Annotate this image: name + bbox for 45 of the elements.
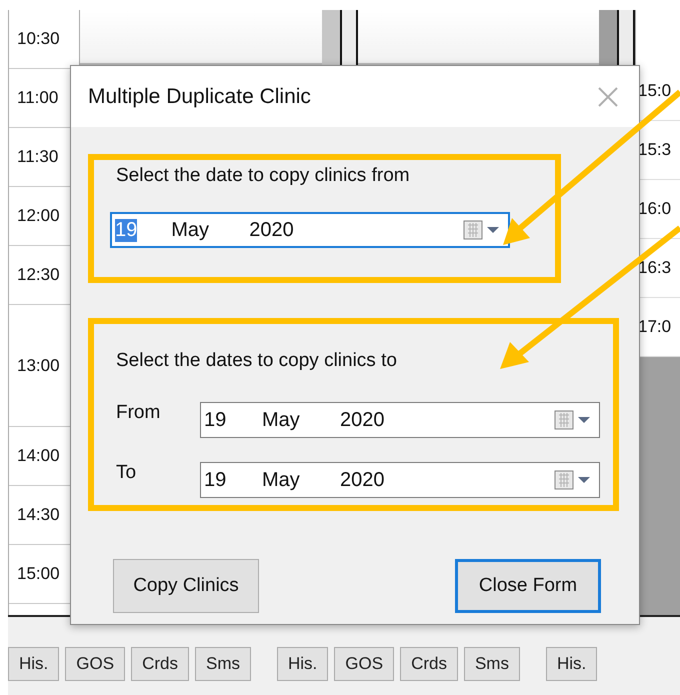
month-value: May <box>262 408 301 432</box>
dialog-title: Multiple Duplicate Clinic <box>88 84 311 108</box>
copy-button[interactable]: Copy Clinics <box>113 559 259 613</box>
tab-button[interactable]: GOS <box>65 647 126 681</box>
date-picker[interactable]: 19 May 2020 <box>200 402 600 438</box>
date-picker[interactable]: 19 May 2020 <box>200 462 600 498</box>
time-label: 12:30 <box>17 265 60 285</box>
year-value: 2020 <box>340 408 386 432</box>
tab-button[interactable]: GOS <box>334 647 394 681</box>
tab-button[interactable]: Sms <box>464 647 520 681</box>
time-label: 10:30 <box>17 29 60 49</box>
tab-button[interactable]: Sms <box>194 647 251 681</box>
time-label: 16:0 <box>638 199 672 219</box>
field-label: From <box>116 402 162 424</box>
time-label: 14:00 <box>17 446 60 466</box>
tab-button[interactable]: Crds <box>131 647 189 681</box>
section-label: Select the dates to copy clinics to <box>116 350 398 372</box>
year-value: 2020 <box>249 218 295 242</box>
date-picker[interactable]: 19 May 2020 <box>110 212 510 248</box>
time-label: 14:30 <box>17 505 60 525</box>
tab-button[interactable]: His. <box>276 647 328 681</box>
close-button[interactable]: Close Form <box>455 559 601 613</box>
tab-button[interactable]: Crds <box>400 647 458 681</box>
time-label: 15:3 <box>638 140 672 160</box>
calendar-dropdown-icon[interactable] <box>553 469 593 491</box>
tab-button[interactable]: His. <box>8 647 60 681</box>
month-value: May <box>171 218 210 242</box>
time-label: 16:3 <box>638 258 672 278</box>
day-value: 19 <box>204 468 228 492</box>
time-label: 17:0 <box>638 317 672 337</box>
time-label: 11:30 <box>17 147 58 167</box>
time-label: 11:00 <box>17 88 58 108</box>
section-label: Select the date to copy clinics from <box>116 165 411 187</box>
day-value: 19 <box>115 218 138 242</box>
field-label: To <box>116 462 138 484</box>
tab-button[interactable]: His. <box>546 647 598 681</box>
calendar-dropdown-icon[interactable] <box>553 409 593 431</box>
time-label: 15:0 <box>638 81 672 101</box>
year-value: 2020 <box>340 468 386 492</box>
time-label: 13:00 <box>17 356 60 376</box>
calendar-dropdown-icon[interactable] <box>462 219 502 241</box>
month-value: May <box>262 468 301 492</box>
time-label: 12:00 <box>17 206 60 226</box>
time-label: 15:00 <box>17 564 60 584</box>
day-value: 19 <box>204 408 228 432</box>
